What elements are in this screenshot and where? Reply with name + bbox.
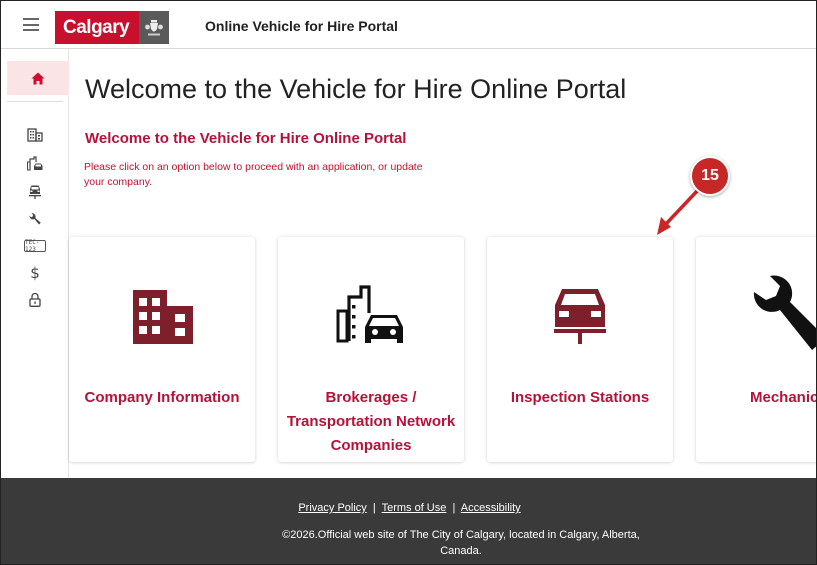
nav-brokerages[interactable] <box>24 154 46 174</box>
nav-vehicles[interactable]: TEC-123 <box>24 236 46 256</box>
nav-payments[interactable]: $ <box>24 263 46 283</box>
card-inspection-stations[interactable]: Inspection Stations <box>487 237 673 462</box>
page-title: Welcome to the Vehicle for Hire Online P… <box>85 74 627 104</box>
card-company-information[interactable]: Company Information <box>69 237 255 462</box>
nav-home[interactable] <box>7 61 69 95</box>
company-building-icon <box>133 290 193 344</box>
terms-of-use-link[interactable]: Terms of Use <box>382 502 447 514</box>
home-icon <box>31 72 45 84</box>
link-separator: | <box>372 502 376 514</box>
license-plate-icon: TEC-123 <box>24 239 46 253</box>
nav-security[interactable] <box>24 289 46 309</box>
crest-icon <box>139 11 170 44</box>
top-bar: Calgary Online Vehicle for Hire Portal <box>1 1 816 49</box>
copyright-line-2: Canada. <box>440 545 482 557</box>
section-title: Welcome to the Vehicle for Hire Online P… <box>85 130 407 147</box>
lock-icon <box>29 292 41 307</box>
nav-divider <box>7 101 63 102</box>
link-separator: | <box>452 502 456 514</box>
app-title: Online Vehicle for Hire Portal <box>205 18 398 34</box>
brokerage-car-icon <box>26 156 42 171</box>
card-brokerages[interactable]: Brokerages / Transportation Network Comp… <box>278 237 464 462</box>
card-label: Mechanic <box>750 389 817 406</box>
hamburger-menu-icon[interactable] <box>23 18 39 31</box>
footer-links: Privacy Policy | Terms of Use | Accessib… <box>1 502 816 514</box>
nav-mechanic[interactable] <box>24 209 46 229</box>
city-logo[interactable]: Calgary <box>55 11 170 44</box>
privacy-policy-link[interactable]: Privacy Policy <box>298 502 366 514</box>
wrench-icon <box>29 213 41 225</box>
dollar-icon: $ <box>30 264 40 282</box>
inspection-station-icon <box>554 289 606 344</box>
intro-line-2: your company. <box>84 176 153 188</box>
inspection-car-icon <box>29 185 41 199</box>
brand-text: Calgary <box>63 16 130 38</box>
nav-company[interactable] <box>24 125 46 145</box>
side-nav: TEC-123 $ <box>1 49 69 478</box>
main-content: Welcome to the Vehicle for Hire Online P… <box>69 49 817 478</box>
card-label: Brokerages / Transportation Network Comp… <box>286 389 456 454</box>
intro-text: Please click on an option below to proce… <box>84 160 484 190</box>
mechanic-wrench-icon <box>753 275 816 350</box>
app-window: Calgary Online Vehicle for Hire Portal T… <box>0 0 817 565</box>
card-mechanic[interactable]: Mechanic <box>696 237 817 462</box>
brokerage-building-car-icon <box>336 285 403 343</box>
building-icon <box>27 128 43 142</box>
callout-badge: 15 <box>690 156 730 196</box>
intro-line-1: Please click on an option below to proce… <box>84 161 423 173</box>
footer: Privacy Policy | Terms of Use | Accessib… <box>1 478 816 564</box>
accessibility-link[interactable]: Accessibility <box>461 502 521 514</box>
card-label: Inspection Stations <box>510 389 650 406</box>
nav-inspection[interactable] <box>24 181 46 201</box>
copyright-line-1: ©2026.Official web site of The City of C… <box>282 529 640 541</box>
card-label: Company Information <box>84 389 240 406</box>
copyright-text: ©2026.Official web site of The City of C… <box>251 527 671 559</box>
